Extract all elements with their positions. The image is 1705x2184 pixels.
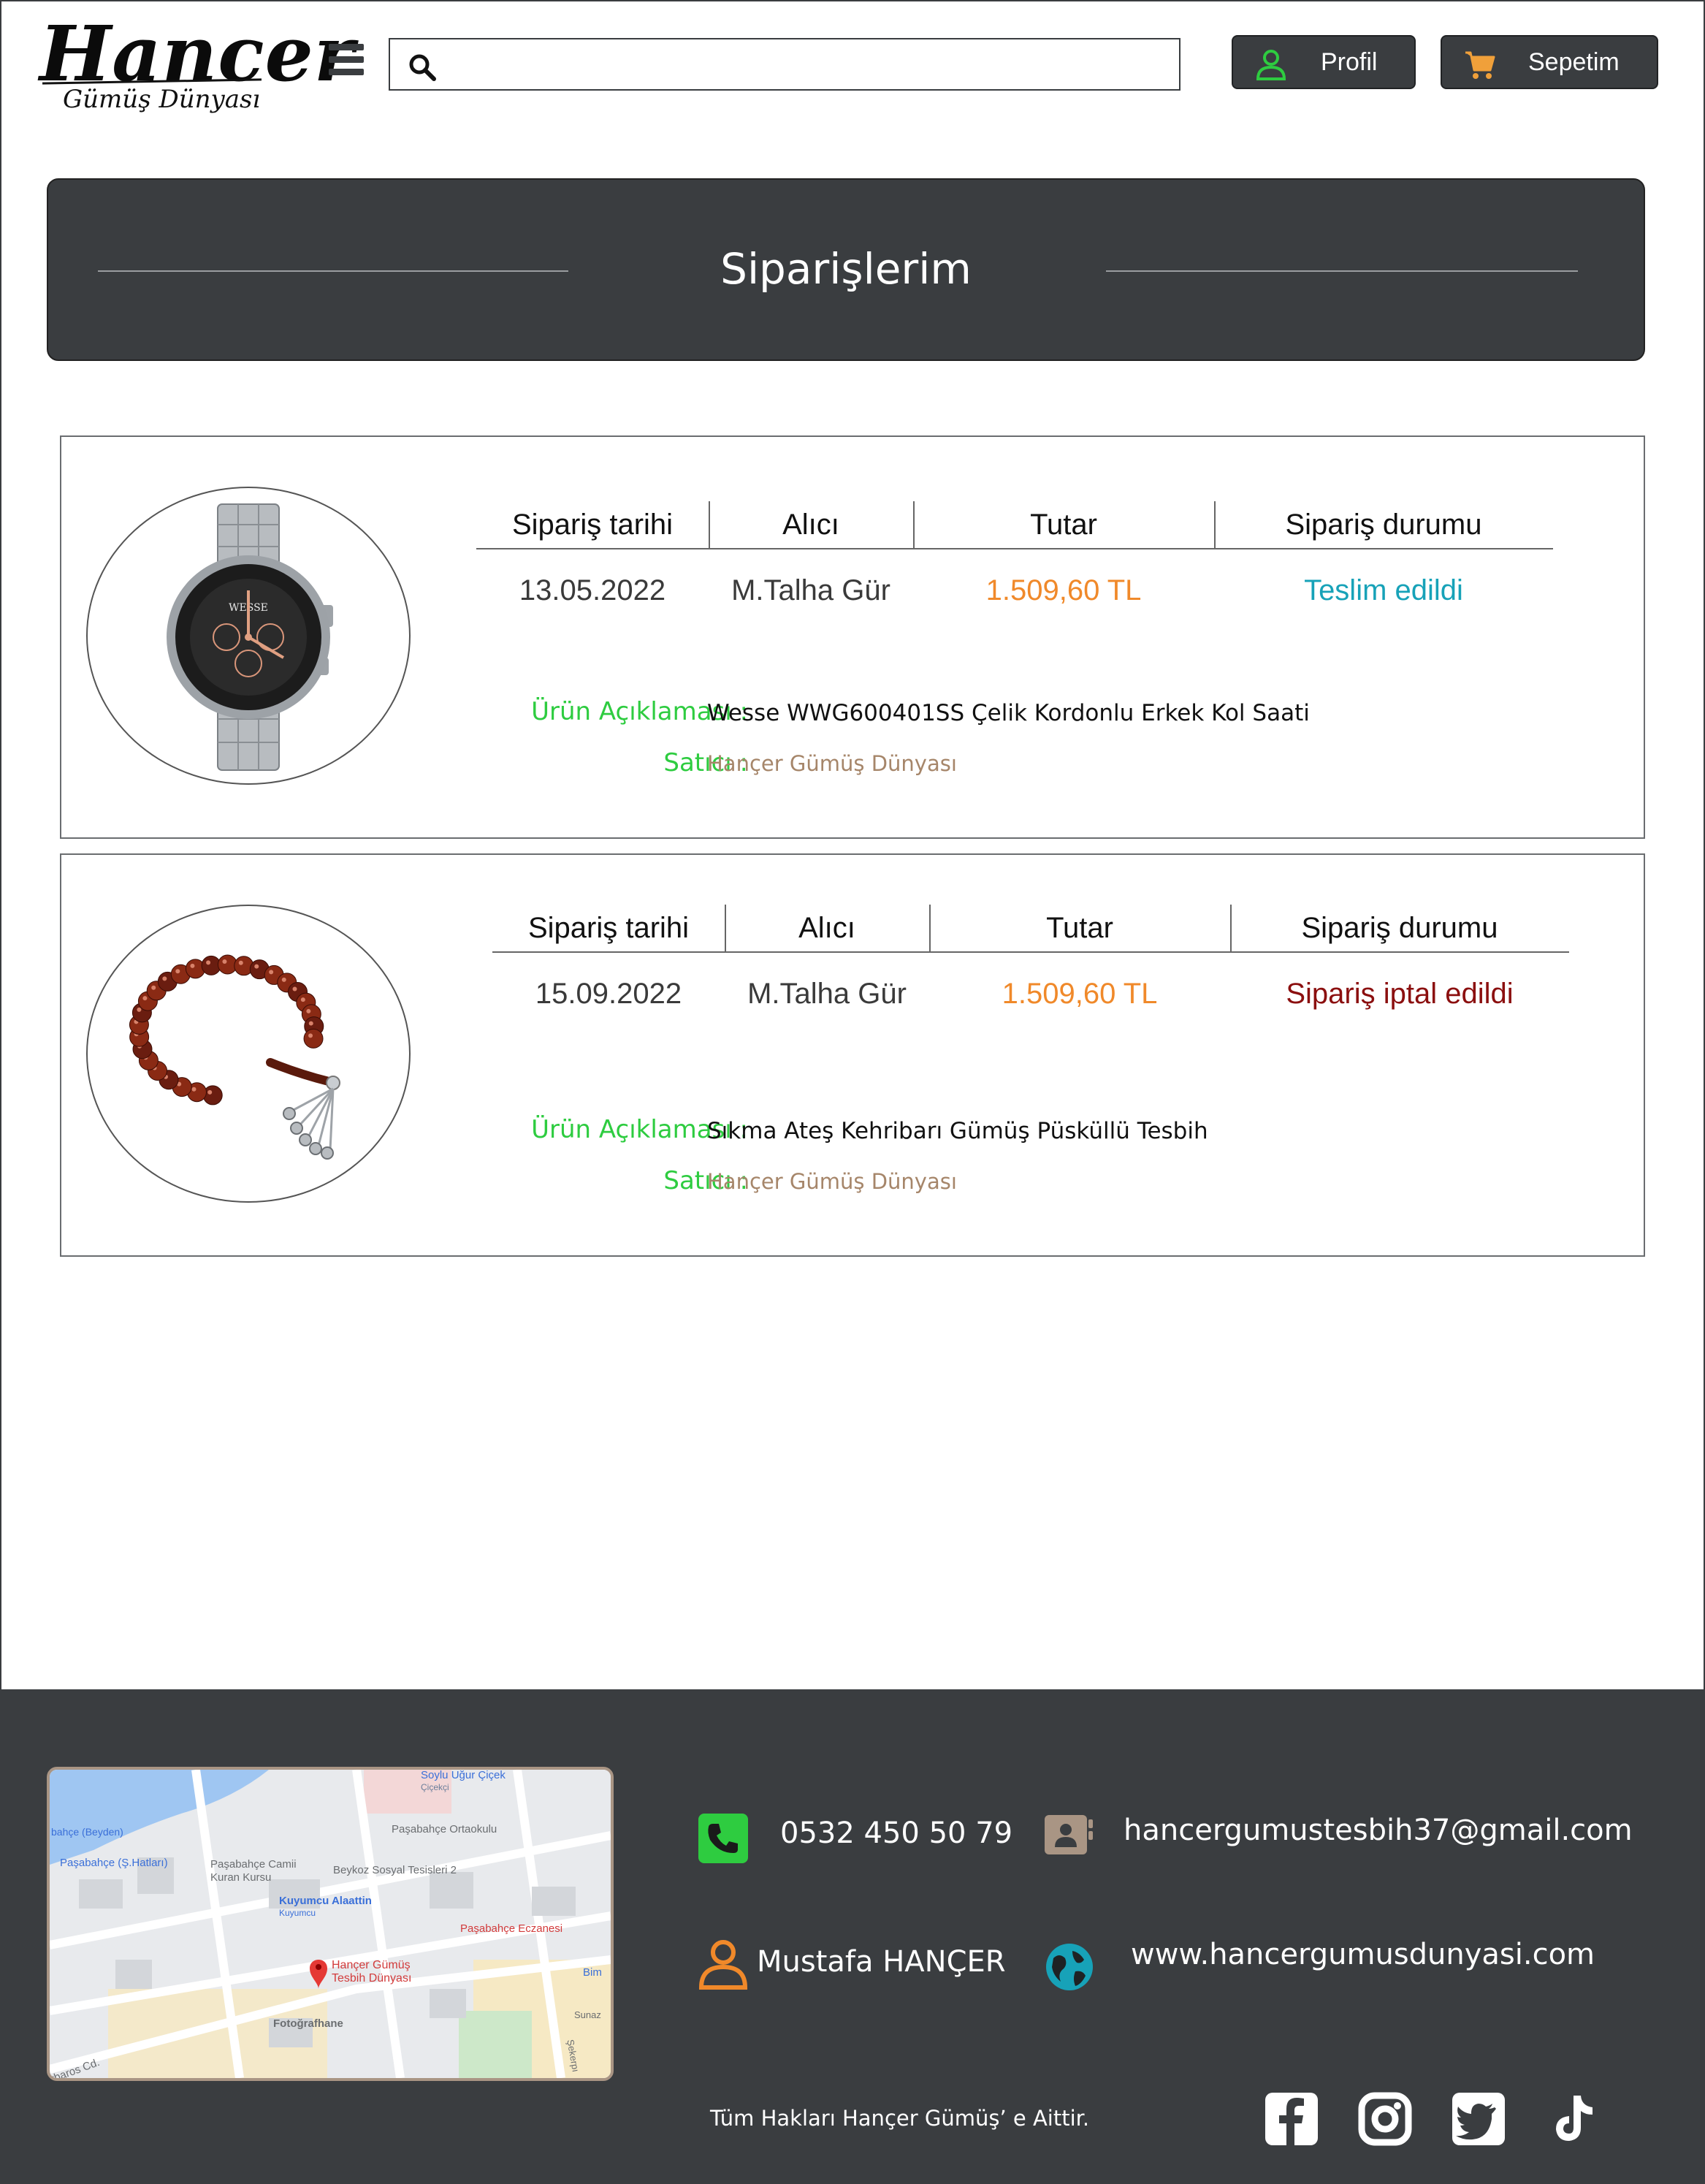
logo-sub-text: Gümüş Dünyası [63, 85, 261, 114]
header-recipient: Alıcı [798, 912, 855, 944]
header-underline [492, 951, 1569, 953]
product-description-label: Ürün Açıklaması : [531, 1115, 748, 1144]
phone-number[interactable]: 0532 450 50 79 [780, 1816, 1012, 1850]
contact-card-icon [1045, 1815, 1093, 1854]
search-input[interactable] [449, 47, 1164, 83]
svg-text:bahçe (Beyden): bahçe (Beyden) [51, 1826, 123, 1838]
page-title-banner: Siparişlerim [47, 178, 1645, 361]
search-bar[interactable] [389, 38, 1180, 91]
svg-text:Beykoz Sosyal Tesisleri 2: Beykoz Sosyal Tesisleri 2 [333, 1864, 457, 1876]
product-description[interactable]: Sıkma Ateş Kehribarı Gümüş Püsküllü Tesb… [707, 1118, 1208, 1144]
svg-text:Paşabahçe Eczanesi: Paşabahçe Eczanesi [460, 1922, 562, 1935]
order-status: Teslim edildi [1304, 574, 1463, 606]
svg-text:Kuran Kursu: Kuran Kursu [210, 1871, 271, 1884]
copyright-text: Tüm Hakları Hançer Gümüş’ e Aittir. [710, 2106, 1090, 2131]
menu-icon[interactable] [329, 44, 364, 76]
svg-text:Sunaz: Sunaz [574, 2009, 601, 2020]
tiktok-icon[interactable] [1544, 2091, 1600, 2147]
order-amount: 1.509,60 TL [985, 574, 1142, 606]
search-icon[interactable] [408, 53, 437, 82]
svg-text:Çiçekçi: Çiçekçi [421, 1782, 449, 1792]
phone-icon [698, 1814, 748, 1863]
header-recipient: Alıcı [782, 509, 839, 541]
product-description-label: Ürün Açıklaması : [531, 697, 748, 726]
globe-icon [1046, 1944, 1093, 1990]
prayer-beads-image[interactable] [86, 905, 411, 1203]
wristwatch-image[interactable]: WESSE [86, 487, 411, 785]
facebook-icon[interactable] [1264, 2091, 1319, 2147]
website-link[interactable]: www.hancergumusdunyasi.com [1131, 1938, 1595, 1971]
order-amount: 1.509,60 TL [1002, 978, 1158, 1010]
header-amount: Tutar [1046, 912, 1113, 944]
user-icon [1256, 50, 1286, 80]
order-card[interactable]: WESSE Sipariş tarihi Alıcı Tutar Sipariş… [60, 435, 1645, 839]
seller-name[interactable]: Hançer Gümüş Dünyası [707, 751, 957, 776]
order-details-table: Sipariş tarihi Alıcı Tutar Sipariş durum… [492, 905, 1569, 1036]
header-order-date: Sipariş tarihi [527, 912, 690, 944]
svg-text:Hançer Gümüş: Hançer Gümüş [332, 1959, 411, 1971]
instagram-icon[interactable] [1357, 2091, 1413, 2147]
svg-text:Tesbih Dünyası: Tesbih Dünyası [332, 1972, 411, 1985]
store-location-map[interactable]: Hançer Gümüş Tesbih Dünyası Soylu Uğur Ç… [47, 1767, 614, 2081]
site-logo[interactable]: Hancer Gümüş Dünyası [35, 9, 354, 118]
person-icon [698, 1940, 748, 1990]
svg-text:Paşabahçe Ortaokulu: Paşabahçe Ortaokulu [392, 1823, 497, 1835]
svg-text:Fotoğrafhane: Fotoğrafhane [273, 2017, 343, 2030]
svg-text:Paşabahçe Camii: Paşabahçe Camii [210, 1858, 297, 1871]
product-description[interactable]: Wesse WWG600401SS Çelik Kordonlu Erkek K… [707, 700, 1310, 726]
header-order-date: Sipariş tarihi [511, 509, 674, 541]
svg-text:Bim: Bim [583, 1966, 602, 1979]
order-date: 13.05.2022 [519, 574, 666, 606]
order-card[interactable]: Sipariş tarihi Alıcı Tutar Sipariş durum… [60, 853, 1645, 1257]
order-recipient: M.Talha Gür [747, 978, 907, 1010]
footer: Hançer Gümüş Tesbih Dünyası Soylu Uğur Ç… [0, 1689, 1705, 2184]
order-details-table: Sipariş tarihi Alıcı Tutar Sipariş durum… [476, 501, 1553, 633]
email-address[interactable]: hancergumustesbih37@gmail.com [1124, 1814, 1633, 1847]
svg-text:Kuyumcu Alaattin: Kuyumcu Alaattin [279, 1895, 372, 1907]
shopping-cart-icon [1465, 51, 1495, 79]
title-divider-right [1106, 270, 1578, 272]
profile-label: Profil [1321, 48, 1378, 76]
svg-text:Paşabahçe (Ş.Hatları): Paşabahçe (Ş.Hatları) [60, 1857, 168, 1869]
page-title: Siparişlerim [720, 244, 972, 294]
seller-label: Satıcı : [663, 748, 748, 777]
order-status: Sipariş iptal edildi [1286, 978, 1514, 1010]
order-recipient: M.Talha Gür [731, 574, 890, 606]
seller-name[interactable]: Hançer Gümüş Dünyası [707, 1169, 957, 1194]
svg-text:Soylu Uğur Çiçek: Soylu Uğur Çiçek [421, 1770, 506, 1781]
profile-button[interactable]: Profil [1232, 35, 1416, 89]
header-underline [476, 548, 1553, 549]
header-amount: Tutar [1030, 509, 1097, 541]
header-order-status: Sipariş durumu [1301, 912, 1498, 944]
order-date: 15.09.2022 [535, 978, 682, 1010]
owner-name: Mustafa HANÇER [757, 1945, 1006, 1979]
cart-label: Sepetim [1528, 48, 1620, 76]
twitter-icon[interactable] [1451, 2091, 1506, 2147]
cart-button[interactable]: Sepetim [1441, 35, 1658, 89]
seller-label: Satıcı : [663, 1166, 748, 1195]
header-order-status: Sipariş durumu [1285, 509, 1482, 541]
svg-text:Kuyumcu: Kuyumcu [279, 1908, 316, 1918]
